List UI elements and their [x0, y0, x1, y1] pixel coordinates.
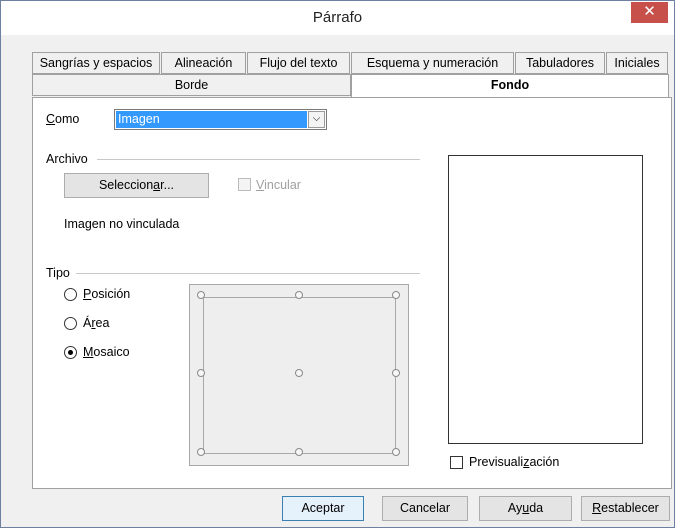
tab-tabuladores[interactable]: Tabuladores — [515, 52, 605, 74]
area-label: Área — [83, 316, 110, 330]
position-top-center[interactable] — [295, 291, 303, 299]
position-bottom-right[interactable] — [392, 448, 400, 456]
tab-iniciales[interactable]: Iniciales — [606, 52, 668, 74]
tab-flujo-del-texto[interactable]: Flujo del texto — [247, 52, 350, 74]
tipo-separator — [76, 273, 420, 274]
archivo-group-title: Archivo — [46, 152, 88, 166]
posicion-radio[interactable] — [64, 288, 77, 301]
position-center[interactable] — [295, 369, 303, 377]
fondo-panel: Como Imagen ⌵ Archivo Seleccionar... Vin… — [32, 97, 672, 489]
mosaico-radio[interactable] — [64, 346, 77, 359]
como-select-value: Imagen — [116, 111, 307, 128]
como-label: Como — [46, 112, 80, 126]
position-middle-left[interactable] — [197, 369, 205, 377]
reset-button[interactable]: Restablecer — [581, 496, 670, 521]
close-button[interactable]: ✕ — [631, 2, 668, 23]
help-button[interactable]: Ayuda — [479, 496, 572, 521]
preview-label: Previsualización — [469, 455, 560, 469]
select-image-button[interactable]: Seleccionar... — [64, 173, 209, 198]
archivo-separator — [97, 159, 420, 160]
chevron-down-icon[interactable]: ⌵ — [308, 111, 325, 128]
posicion-label: Posición — [83, 287, 131, 301]
tab-esquema-y-numeracion[interactable]: Esquema y numeración — [351, 52, 514, 74]
vincular-label: Vincular — [256, 178, 301, 192]
position-bottom-left[interactable] — [197, 448, 205, 456]
tab-sangrias-y-espacios[interactable]: Sangrías y espacios — [32, 52, 160, 74]
preview-area — [448, 155, 643, 444]
mosaico-label: Mosaico — [83, 345, 130, 359]
dialog-title: Párrafo — [312, 9, 363, 26]
position-top-left[interactable] — [197, 291, 205, 299]
cancel-button[interactable]: Cancelar — [382, 496, 468, 521]
ok-button[interactable]: Aceptar — [282, 496, 364, 521]
como-select[interactable]: Imagen ⌵ — [114, 109, 327, 130]
position-selector — [189, 284, 409, 466]
position-middle-right[interactable] — [392, 369, 400, 377]
tipo-group-title: Tipo — [46, 266, 70, 280]
radio-selected-dot — [68, 350, 73, 355]
tab-fondo[interactable]: Fondo — [351, 74, 669, 98]
close-icon: ✕ — [643, 3, 656, 20]
vincular-checkbox[interactable] — [238, 178, 251, 191]
position-bottom-center[interactable] — [295, 448, 303, 456]
area-radio[interactable] — [64, 317, 77, 330]
position-top-right[interactable] — [392, 291, 400, 299]
tab-borde[interactable]: Borde — [32, 74, 351, 96]
title-bar: Párrafo ✕ — [1, 1, 674, 35]
preview-checkbox[interactable] — [450, 456, 463, 469]
paragraph-dialog: Párrafo ✕ Sangrías y espacios Alineación… — [0, 0, 675, 528]
link-status-text: Imagen no vinculada — [64, 217, 180, 231]
tab-alineacion[interactable]: Alineación — [161, 52, 246, 74]
